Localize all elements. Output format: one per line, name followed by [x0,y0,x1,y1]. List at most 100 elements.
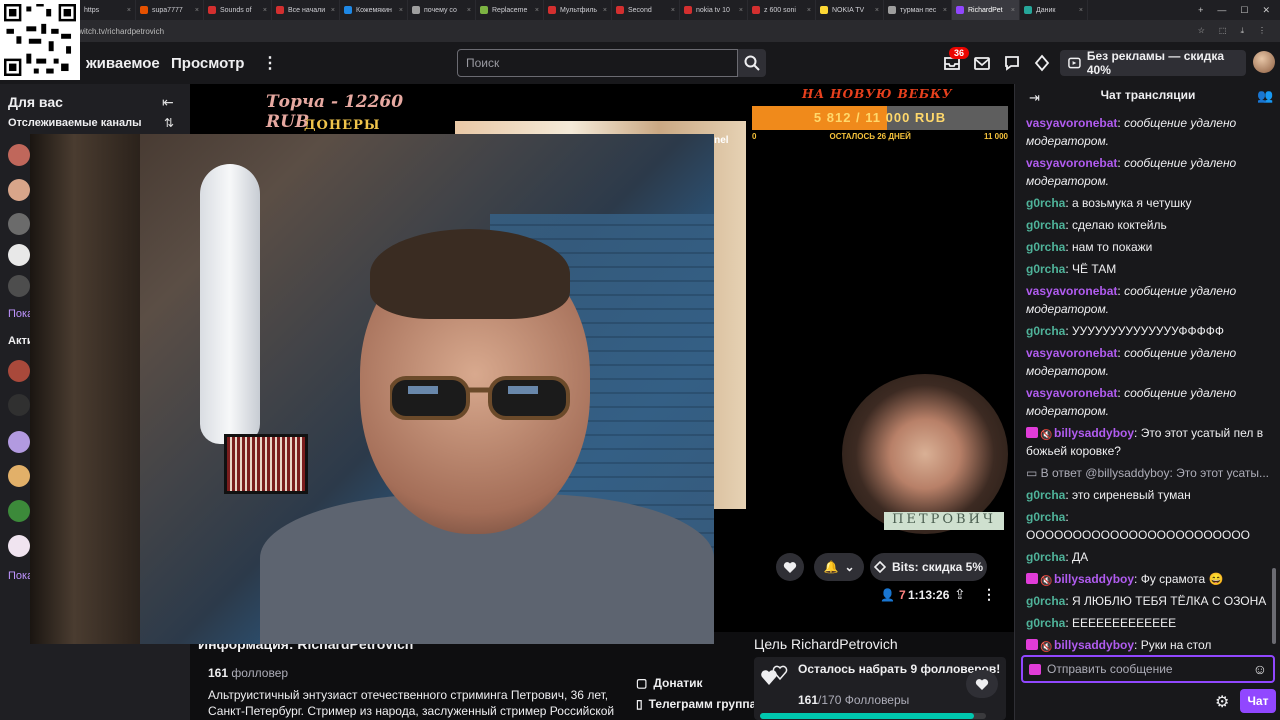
browser-tab[interactable]: Кожемякин × [340,0,408,20]
close-window-icon[interactable]: ✕ [1262,5,1270,16]
new-tab-icon[interactable]: + [1198,5,1203,16]
chat-username[interactable]: g0rcha [1026,240,1065,254]
channel-avatar[interactable] [8,394,30,416]
tab-close-icon[interactable]: × [263,7,267,14]
viewer-count: 👤 7 [880,588,906,602]
extension-icon[interactable]: ⬚ [1219,26,1227,36]
user-avatar[interactable] [1253,51,1275,73]
chat-username[interactable]: g0rcha [1026,196,1065,210]
telegram-link[interactable]: ▯ Телеграмм группа [636,697,756,711]
chat-username[interactable]: g0rcha [1026,616,1065,630]
url-text[interactable]: twitch.tv/richardpetrovich [76,27,164,36]
chat-username[interactable]: g0rcha [1026,262,1065,276]
nav-following-link[interactable]: живаемое [86,55,160,72]
emote-picker-icon[interactable]: ☺ [1253,661,1267,677]
tab-close-icon[interactable]: × [399,7,403,14]
browser-tab[interactable]: Все начали × [272,0,340,20]
chat-username[interactable]: billysaddyboy [1054,426,1134,440]
chat-username[interactable]: vasyavoronebat [1026,116,1117,130]
browser-tab[interactable]: турман пес × [884,0,952,20]
share-icon[interactable]: ⇪ [954,586,966,603]
minimize-icon[interactable]: — [1217,5,1226,16]
tab-close-icon[interactable]: × [943,7,947,14]
channel-avatar[interactable] [8,535,30,557]
tab-close-icon[interactable]: × [875,7,879,14]
chat-username[interactable]: g0rcha [1026,488,1065,502]
bookmark-star-icon[interactable]: ☆ [1198,26,1205,36]
tab-close-icon[interactable]: × [807,7,811,14]
tab-label: Кожемякин [356,6,392,14]
chat-settings-icon[interactable]: ⚙ [1215,692,1229,712]
download-icon[interactable]: ⤓ [1240,26,1244,36]
tab-favicon-icon [820,6,828,14]
tab-close-icon[interactable]: × [467,7,471,14]
search-input[interactable]: Поиск [457,49,738,77]
chat-username[interactable]: vasyavoronebat [1026,284,1117,298]
more-options-icon[interactable]: ⋮ [982,586,996,603]
nav-browse-link[interactable]: Просмотр [171,55,244,72]
followers-label: фолловер [231,666,289,680]
heart-icon [975,678,989,690]
browser-tab[interactable]: z 600 soni × [748,0,816,20]
tab-close-icon[interactable]: × [603,7,607,14]
chat-username[interactable]: g0rcha [1026,218,1065,232]
maximize-icon[interactable]: ☐ [1240,5,1248,16]
tab-close-icon[interactable]: × [1079,7,1083,14]
tab-close-icon[interactable]: × [331,7,335,14]
channel-avatar[interactable] [8,179,30,201]
browser-tab[interactable]: Second × [612,0,680,20]
notifications-button[interactable]: 🔔 ⌄ [814,553,864,581]
sort-icon[interactable]: ⇅ [164,116,174,130]
channel-avatar[interactable] [8,360,30,382]
chat-input[interactable]: Отправить сообщение ☺ [1021,655,1275,683]
chat-username[interactable]: billysaddyboy [1054,572,1134,586]
follow-heart-button[interactable] [776,553,804,581]
whisper-icon[interactable] [1003,54,1021,72]
channel-avatar[interactable] [8,465,30,487]
browser-tab[interactable]: Даник × [1020,0,1088,20]
channel-avatar[interactable] [8,244,30,266]
chat-username[interactable]: billysaddyboy [1054,638,1134,652]
tab-close-icon[interactable]: × [535,7,539,14]
bits-icon[interactable] [1033,54,1051,72]
more-menu-icon[interactable]: ⋮ [262,53,278,73]
search-button[interactable] [738,49,766,77]
chat-username[interactable]: g0rcha [1026,324,1065,338]
browser-tab[interactable]: NOKIA TV × [816,0,884,20]
chat-username[interactable]: g0rcha [1026,594,1065,608]
tab-close-icon[interactable]: × [671,7,675,14]
chat-users-icon[interactable]: 👥 [1257,88,1273,104]
browser-tab[interactable]: Replaceme × [476,0,544,20]
chat-send-button[interactable]: Чат [1240,689,1276,713]
channel-avatar[interactable] [8,431,30,453]
browser-tab[interactable]: Мультфиль × [544,0,612,20]
tab-close-icon[interactable]: × [1011,7,1015,14]
donate-link[interactable]: ▢ Донатик [636,676,703,690]
bits-discount-button[interactable]: Bits: скидка 5% [870,553,987,581]
chat-scrollbar[interactable] [1272,568,1276,644]
tab-close-icon[interactable]: × [195,7,199,14]
collapse-sidebar-icon[interactable]: ⇤ [162,94,174,111]
mail-icon[interactable] [973,54,991,72]
browser-tab[interactable]: nokia tv 10 × [680,0,748,20]
menu-dots-icon[interactable]: ⋮ [1258,26,1266,36]
browser-tab[interactable]: supa7777 × [136,0,204,20]
chat-username[interactable]: vasyavoronebat [1026,346,1117,360]
goal-follow-button[interactable] [966,670,998,698]
browser-tab[interactable]: почему со × [408,0,476,20]
channel-avatar[interactable] [8,144,30,166]
chat-username[interactable]: g0rcha [1026,550,1065,564]
channel-avatar[interactable] [8,500,30,522]
chat-username[interactable]: vasyavoronebat [1026,386,1117,400]
channel-avatar[interactable] [8,213,30,235]
tab-close-icon[interactable]: × [739,7,743,14]
browser-tab[interactable]: Sounds of × [204,0,272,20]
chat-username[interactable]: g0rcha [1026,510,1065,524]
address-bar[interactable]: twitch.tv/richardpetrovich ☆ ⬚ ⤓ ⋮ [0,20,1280,42]
browser-tab[interactable]: RichardPet × [952,0,1020,20]
chat-username[interactable]: vasyavoronebat [1026,156,1117,170]
followers-number: 161 [208,666,229,680]
channel-avatar[interactable] [8,275,30,297]
ad-free-promo-button[interactable]: Без рекламы — скидка 40% [1060,49,1246,77]
tab-close-icon[interactable]: × [127,7,131,14]
